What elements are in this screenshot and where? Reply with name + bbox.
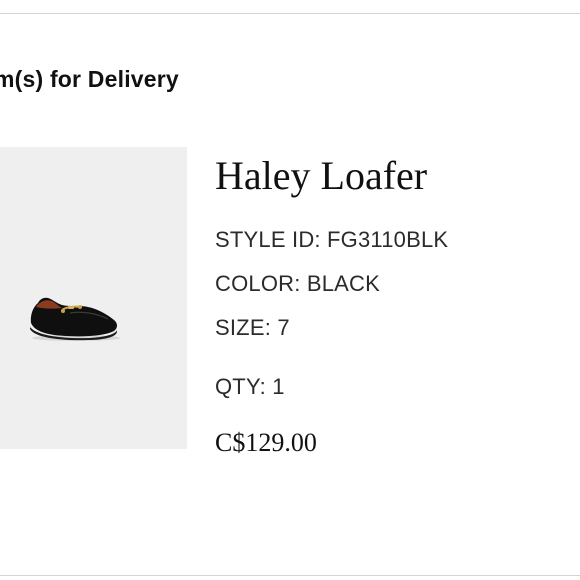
size-label: SIZE: 7 (215, 315, 290, 340)
loafer-shoe-image (30, 297, 120, 341)
quantity-label: QTY: 1 (215, 374, 285, 399)
product-image[interactable] (0, 147, 187, 449)
price: C$129.00 (215, 428, 317, 457)
color-label: COLOR: BLACK (215, 271, 381, 296)
bottom-divider (0, 575, 580, 576)
top-divider (0, 13, 580, 14)
section-heading: m(s) for Delivery (0, 66, 179, 92)
product-name[interactable]: Haley Loafer (215, 152, 427, 199)
delivery-items-panel: m(s) for Delivery Haley Loafer STYLE ID:… (0, 0, 580, 580)
style-id: STYLE ID: FG3110BLK (215, 227, 449, 252)
